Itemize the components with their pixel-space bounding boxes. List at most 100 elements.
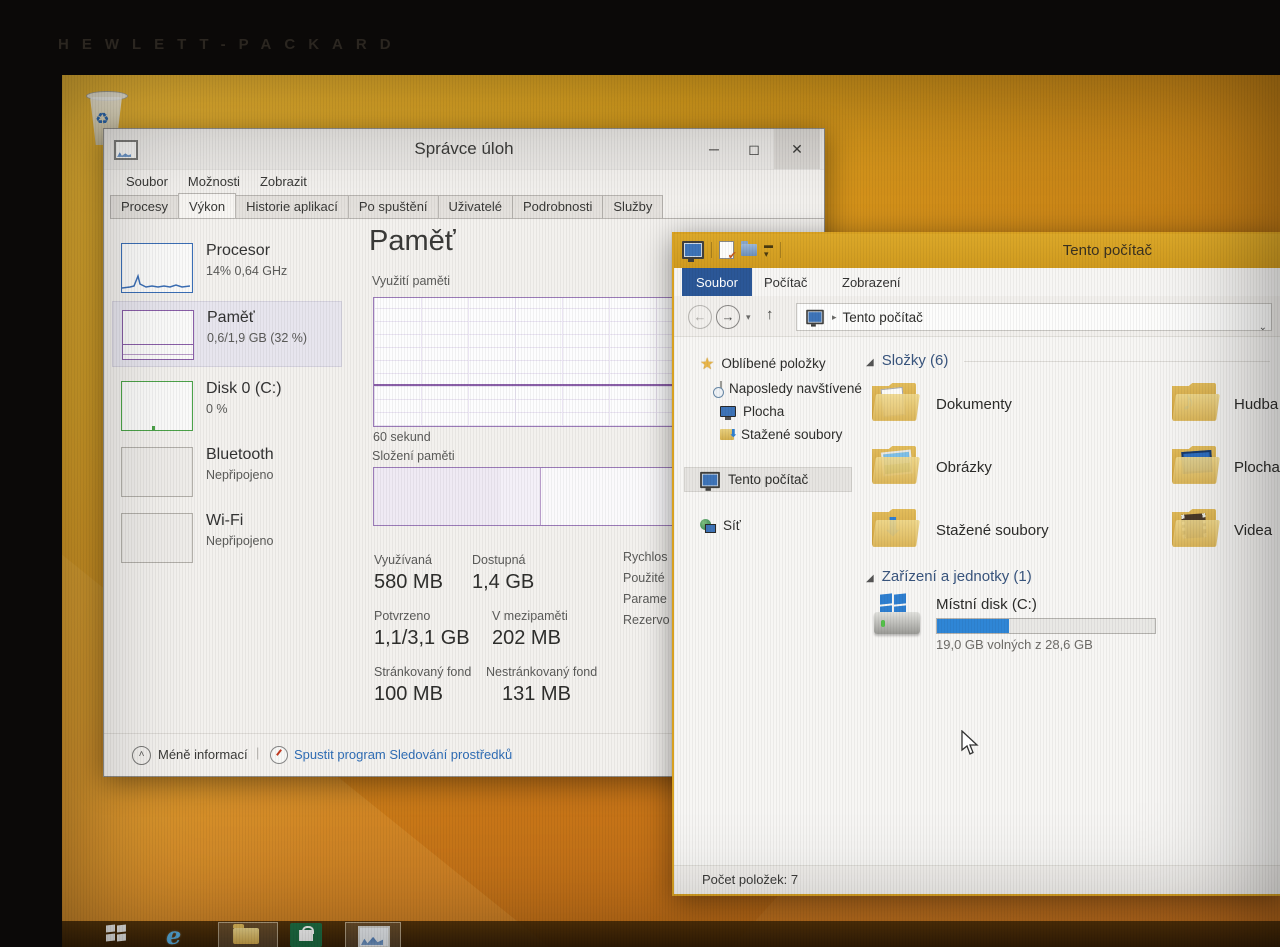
recent-places-icon — [720, 381, 722, 396]
stat-value: 1,4 GB — [472, 571, 534, 594]
up-button[interactable]: ↑ — [766, 306, 774, 323]
tab-uzivatele[interactable]: Uživatelé — [438, 195, 513, 218]
minimize-button[interactable]: ─ — [694, 129, 734, 169]
folder-label[interactable]: Plocha — [1234, 459, 1280, 476]
forward-button[interactable]: → — [716, 305, 740, 329]
ribbon-tab-zobrazeni[interactable]: Zobrazení — [832, 268, 911, 296]
folders-group-header[interactable]: ◢Složky (6) — [866, 352, 948, 369]
network-icon — [700, 519, 716, 533]
computer-icon[interactable] — [682, 241, 704, 259]
task-manager-icon — [358, 926, 390, 947]
memory-detail: 0,6/1,9 GB (32 %) — [207, 331, 307, 345]
collapse-chevron-icon[interactable]: ˄ — [132, 746, 151, 765]
folder-icon-music[interactable]: ♪ — [1172, 380, 1220, 422]
new-folder-icon[interactable] — [741, 244, 757, 256]
local-disk-icon[interactable] — [872, 594, 924, 640]
close-button[interactable]: ✕ — [774, 129, 820, 169]
tm-titlebar[interactable]: Správce úloh ─ ◻ ✕ — [104, 129, 824, 170]
usage-graph-label: Využití paměti — [372, 274, 450, 288]
item-count: Počet položek: 7 — [702, 872, 798, 887]
perf-item-wifi[interactable]: Wi-Fi Nepřipojeno — [112, 505, 340, 569]
resource-monitor-link[interactable]: Spustit program Sledování prostředků — [294, 747, 512, 762]
bluetooth-label: Bluetooth — [206, 446, 274, 464]
less-info-button[interactable]: Méně informací — [158, 747, 248, 762]
sidebar-item-this-pc[interactable]: Tento počítač — [684, 467, 852, 492]
devices-group-header[interactable]: ◢Zařízení a jednotky (1) — [866, 568, 1032, 585]
ex-titlebar[interactable]: ▬▾ Tento počítač — [674, 234, 1280, 268]
folder-label[interactable]: Stažené soubory — [936, 522, 1049, 539]
address-dropdown-icon[interactable]: ⌄ — [1259, 322, 1267, 333]
perf-item-bluetooth[interactable]: Bluetooth Nepřipojeno — [112, 439, 340, 503]
memory-in-use-segment — [374, 468, 501, 525]
tm-tabbar: Procesy Výkon Historie aplikací Po spušt… — [110, 193, 824, 219]
drive-name[interactable]: Místní disk (C:) — [936, 596, 1037, 613]
address-bar: ← → ▾ ↑ ▸ Tento počítač ⌄ — [674, 296, 1280, 337]
stat-value: 202 MB — [492, 627, 561, 650]
perf-item-disk[interactable]: Disk 0 (C:) 0 % — [112, 373, 340, 437]
sidebar-item-favorites[interactable]: ★ Oblíbené položky — [674, 352, 852, 375]
collapse-triangle-icon: ◢ — [866, 357, 874, 368]
back-button[interactable]: ← — [688, 305, 712, 329]
menu-moznosti[interactable]: Možnosti — [180, 172, 248, 191]
drive-capacity-bar — [936, 618, 1156, 634]
explorer-sidebar: ★ Oblíbené položky Naposledy navštívené … — [674, 336, 858, 864]
tab-sluzby[interactable]: Služby — [602, 195, 663, 218]
composition-label: Složení paměti — [372, 449, 455, 463]
breadcrumb[interactable]: Tento počítač — [843, 310, 923, 325]
stat-label-truncated: Rychlos — [623, 550, 667, 564]
stat-label-truncated: Parame — [623, 592, 667, 606]
wifi-detail: Nepřipojeno — [206, 534, 273, 548]
tab-procesy[interactable]: Procesy — [110, 195, 179, 218]
sidebar-item-desktop[interactable]: Plocha — [674, 400, 852, 423]
sidebar-item-recent[interactable]: Naposledy navštívené — [674, 377, 852, 400]
recent-locations-dropdown-icon[interactable]: ▾ — [746, 312, 751, 323]
taskbar-task-manager-button[interactable] — [345, 922, 401, 947]
ribbon-tab-soubor[interactable]: Soubor — [682, 268, 752, 296]
stat-value: 100 MB — [374, 683, 443, 706]
customize-qat-icon[interactable]: ▬▾ — [764, 241, 773, 259]
disk-detail: 0 % — [206, 402, 228, 416]
laptop-brand-text: HEWLETT-PACKARD — [58, 36, 404, 53]
tab-vykon[interactable]: Výkon — [178, 193, 236, 218]
folder-label[interactable]: Hudba — [1234, 396, 1278, 413]
memory-heading: Paměť — [369, 225, 456, 258]
ribbon-tab-pocitac[interactable]: Počítač — [754, 268, 817, 296]
wifi-mini-graph — [121, 513, 193, 563]
maximize-button[interactable]: ◻ — [734, 129, 774, 169]
internet-explorer-icon[interactable]: e — [166, 921, 181, 947]
taskbar-file-explorer-button[interactable] — [218, 922, 278, 947]
tm-menubar: Soubor Možnosti Zobrazit — [104, 169, 824, 193]
windows-store-icon[interactable] — [290, 923, 322, 947]
menu-soubor[interactable]: Soubor — [118, 172, 176, 191]
tab-historie-aplikaci[interactable]: Historie aplikací — [235, 195, 349, 218]
drive-free-space: 19,0 GB volných z 28,6 GB — [936, 637, 1093, 652]
wifi-label: Wi-Fi — [206, 512, 243, 530]
folder-icon-videos[interactable] — [1172, 506, 1220, 548]
perf-item-cpu[interactable]: Procesor 14% 0,64 GHz — [112, 235, 340, 299]
tab-po-spusteni[interactable]: Po spuštění — [348, 195, 439, 218]
properties-icon[interactable] — [719, 241, 734, 259]
disk-label: Disk 0 (C:) — [206, 380, 282, 398]
quick-access-toolbar: ▬▾ — [682, 241, 781, 259]
folder-icon-downloads[interactable]: ⬇ — [872, 506, 920, 548]
stat-label: Využívaná — [374, 553, 432, 567]
folder-icon-desktop[interactable] — [1172, 443, 1220, 485]
stat-value: 1,1/3,1 GB — [374, 627, 470, 650]
perf-item-memory[interactable]: Paměť 0,6/1,9 GB (32 %) — [112, 301, 342, 367]
file-explorer-icon — [233, 928, 259, 944]
folder-label[interactable]: Videa — [1234, 522, 1272, 539]
folder-icon-pictures[interactable] — [872, 443, 920, 485]
cpu-detail: 14% 0,64 GHz — [206, 264, 287, 278]
menu-zobrazit[interactable]: Zobrazit — [252, 172, 315, 191]
start-button[interactable] — [106, 925, 128, 943]
desktop: ♻ Správce úloh ─ ◻ ✕ Soubor Možnosti Zob… — [62, 75, 1280, 947]
folder-label[interactable]: Obrázky — [936, 459, 992, 476]
sidebar-item-network[interactable]: Síť — [674, 514, 852, 537]
folder-icon-documents[interactable] — [872, 380, 920, 422]
drive-capacity-fill — [937, 619, 1009, 633]
folder-label[interactable]: Dokumenty — [936, 396, 1012, 413]
disk-mini-graph — [121, 381, 193, 431]
tab-podrobnosti[interactable]: Podrobnosti — [512, 195, 603, 218]
sidebar-item-downloads[interactable]: Stažené soubory — [674, 423, 852, 446]
address-field[interactable]: ▸ Tento počítač ⌄ — [796, 303, 1272, 331]
